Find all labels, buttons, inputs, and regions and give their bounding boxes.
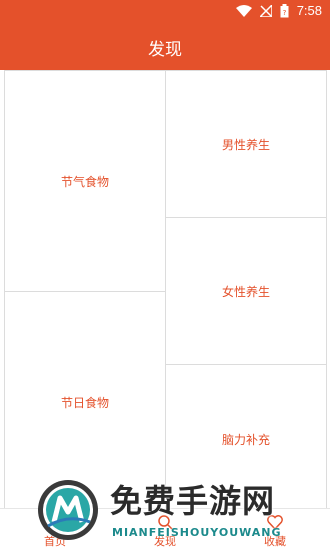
status-icons: ? 7:58 [235, 3, 322, 18]
wifi-icon [235, 4, 252, 17]
card-label: 节气食物 [60, 174, 109, 189]
battery-icon: ? [280, 3, 289, 18]
page-title: 发现 [148, 39, 182, 60]
card-solar-term-food[interactable]: 节气食物 [4, 70, 166, 292]
status-bar: ? 7:58 [0, 0, 330, 24]
watermark-title: 免费手游网 [110, 482, 276, 520]
category-grid: 节气食物 节日食物 男性养生 女性养生 脑力补充 [0, 70, 330, 514]
card-label: 女性养生 [221, 284, 270, 299]
card-men-health[interactable]: 男性养生 [165, 70, 327, 218]
status-time: 7:58 [296, 3, 322, 18]
card-women-health[interactable]: 女性养生 [165, 217, 327, 365]
no-signal-icon [259, 4, 272, 17]
card-label: 男性养生 [221, 137, 270, 152]
watermark-logo [38, 480, 98, 540]
card-label: 节日食物 [60, 396, 109, 410]
card-label: 脑力补充 [221, 432, 270, 447]
watermark-subtitle: MIANFEISHOUYOUWANG [112, 526, 282, 539]
svg-text:?: ? [282, 9, 286, 17]
page-title-bar: 发现 [0, 24, 330, 70]
